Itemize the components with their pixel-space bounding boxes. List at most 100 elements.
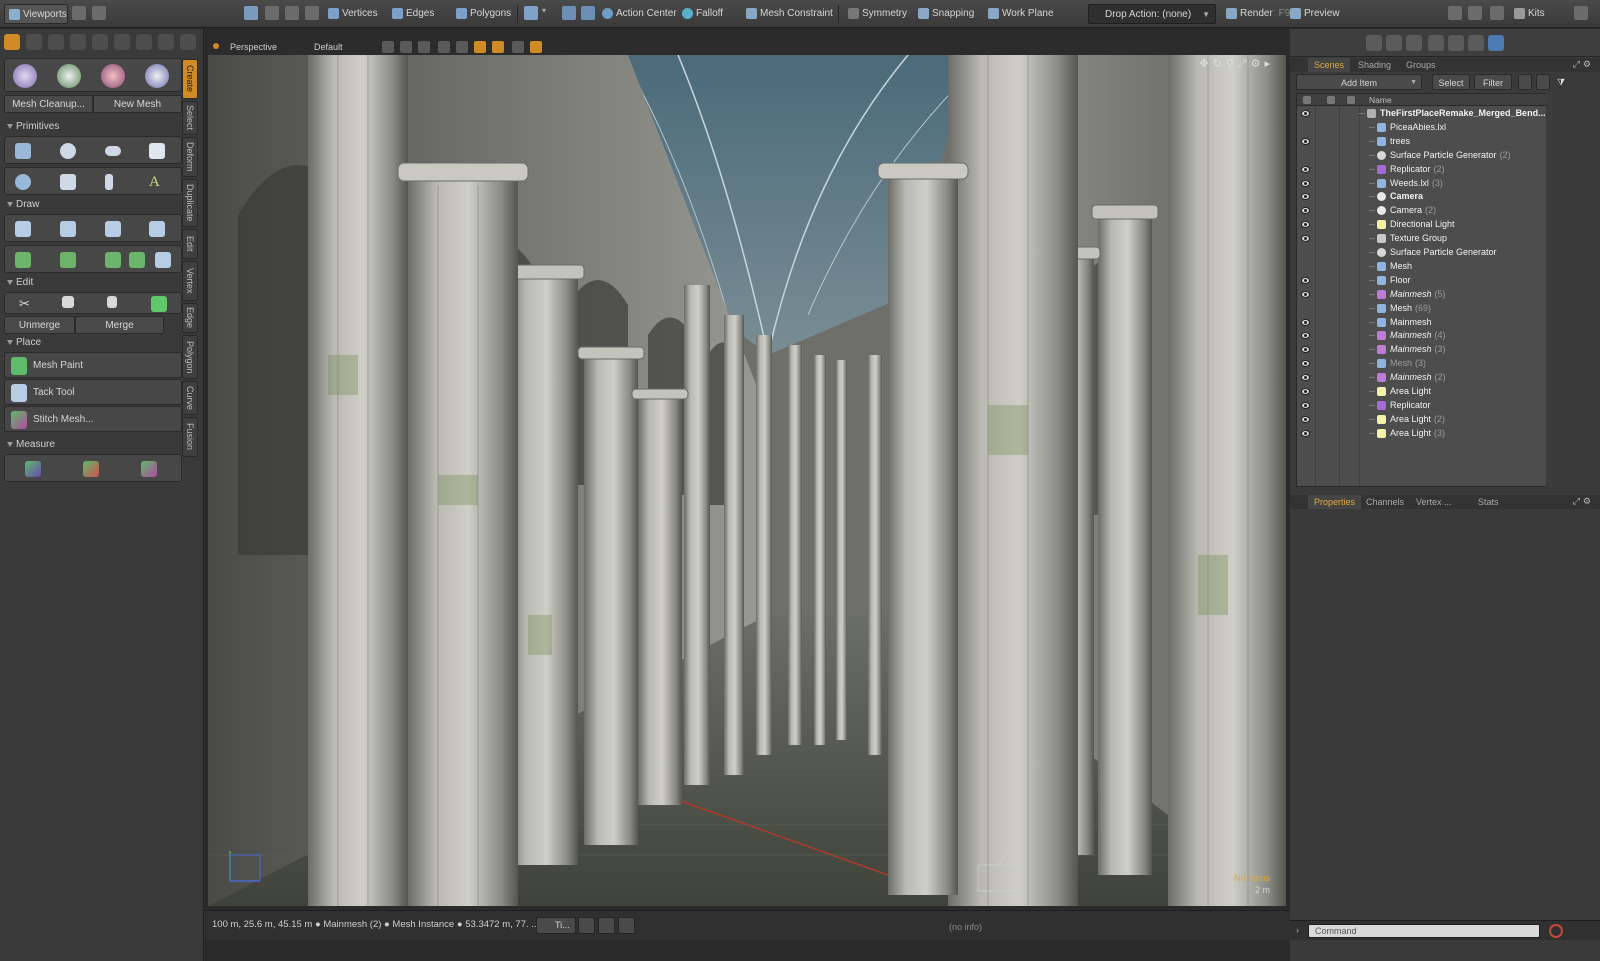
projection-select[interactable]: Perspective bbox=[224, 40, 283, 54]
panel-icon[interactable] bbox=[1468, 6, 1482, 20]
visibility-toggle-icon[interactable] bbox=[1536, 74, 1550, 90]
select-tool-icon[interactable] bbox=[4, 34, 20, 50]
mesh-constraint-button[interactable]: Mesh Constraint bbox=[742, 4, 839, 24]
search-icon[interactable] bbox=[1490, 6, 1504, 20]
scene-item-row[interactable]: Mainmesh (3) bbox=[1297, 343, 1551, 357]
work-plane-button[interactable]: Work Plane bbox=[984, 4, 1060, 24]
eye-icon[interactable] bbox=[1301, 290, 1310, 298]
viewport-nav-icons[interactable]: ✥↻⚲⤢⚙▸ bbox=[1199, 57, 1274, 71]
scene-item-row[interactable]: Mainmesh (4) bbox=[1297, 329, 1551, 343]
flex-icon[interactable] bbox=[145, 64, 169, 88]
eye-icon[interactable] bbox=[1301, 193, 1310, 201]
scene-item-row[interactable]: Camera bbox=[1297, 190, 1551, 204]
eye-icon[interactable] bbox=[1301, 374, 1310, 382]
unmerge-button[interactable]: Unmerge bbox=[4, 316, 75, 334]
tab-groups[interactable]: Groups bbox=[1400, 58, 1442, 72]
shade-icon[interactable] bbox=[418, 41, 430, 53]
select-through-icon[interactable] bbox=[265, 6, 279, 20]
scene-item-row[interactable]: Weeds.lxl (3) bbox=[1297, 177, 1551, 191]
more-icon[interactable] bbox=[1574, 6, 1588, 20]
command-input[interactable]: Command bbox=[1308, 924, 1540, 938]
layout-switch-icon[interactable] bbox=[1448, 6, 1462, 20]
select-mode-icon[interactable] bbox=[244, 6, 258, 20]
section-place[interactable]: Place bbox=[4, 336, 182, 350]
bezier-icon[interactable] bbox=[15, 252, 31, 268]
axis-icon[interactable] bbox=[57, 64, 81, 88]
tab-shading[interactable]: Shading bbox=[1352, 58, 1397, 72]
tab-channels[interactable]: Channels bbox=[1360, 495, 1410, 509]
tab-select[interactable]: Select bbox=[182, 101, 198, 135]
eye-icon[interactable] bbox=[1301, 401, 1310, 409]
lights-icon[interactable] bbox=[456, 41, 468, 53]
soft-drag-icon[interactable] bbox=[101, 64, 125, 88]
preview-button[interactable]: Preview bbox=[1286, 4, 1346, 24]
eye-icon[interactable] bbox=[1301, 318, 1310, 326]
eye-icon[interactable] bbox=[1301, 276, 1310, 284]
edges-button[interactable]: Edges bbox=[388, 4, 440, 24]
scene-item-row[interactable]: Area Light bbox=[1297, 385, 1551, 399]
layout-icon[interactable] bbox=[72, 6, 86, 20]
texture-icon[interactable] bbox=[438, 41, 450, 53]
tab-fusion[interactable]: Fusion bbox=[182, 417, 198, 457]
cut-icon[interactable]: ✂ bbox=[19, 296, 35, 312]
render-column-icon[interactable] bbox=[1347, 96, 1355, 104]
torus-icon[interactable] bbox=[15, 174, 31, 190]
layers-icon[interactable] bbox=[1428, 35, 1444, 51]
eye-icon[interactable] bbox=[1301, 332, 1310, 340]
window-icon[interactable] bbox=[578, 917, 595, 934]
scene-item-row[interactable]: TheFirstPlaceRemake_Merged_Bend... bbox=[1297, 107, 1551, 121]
person-icon[interactable] bbox=[136, 34, 152, 50]
viewports-button[interactable]: Viewports bbox=[4, 4, 68, 24]
cube-icon[interactable] bbox=[15, 143, 31, 159]
tab-polygon[interactable]: Polygon bbox=[182, 335, 198, 379]
scene-list-scrollbar[interactable] bbox=[1546, 93, 1552, 487]
spline-icon[interactable] bbox=[60, 252, 76, 268]
cubes-icon[interactable] bbox=[1448, 35, 1464, 51]
select-button[interactable]: Select bbox=[1432, 74, 1470, 90]
tab-properties[interactable]: Properties bbox=[1308, 495, 1362, 509]
pen-primitive-icon[interactable] bbox=[105, 174, 113, 190]
lock-column-icon[interactable] bbox=[1327, 96, 1335, 104]
eye-icon[interactable] bbox=[1301, 415, 1310, 423]
scene-item-row[interactable]: trees bbox=[1297, 135, 1551, 149]
camera-view-icon[interactable] bbox=[474, 41, 486, 53]
visibility-column-icon[interactable] bbox=[1303, 96, 1311, 104]
scene-item-row[interactable]: Area Light (3) bbox=[1297, 427, 1551, 441]
add-item-button[interactable]: Add Item ▼ bbox=[1296, 74, 1422, 90]
zoom-icon[interactable] bbox=[158, 34, 174, 50]
scene-item-row[interactable]: Mesh (3) bbox=[1297, 357, 1551, 371]
eye-icon[interactable] bbox=[1301, 388, 1310, 395]
tab-edge[interactable]: Edge bbox=[182, 303, 198, 333]
eye-icon[interactable] bbox=[1301, 429, 1310, 437]
topology-pen-icon[interactable] bbox=[149, 221, 165, 237]
pen-tool-icon[interactable] bbox=[105, 221, 121, 237]
symmetry-tool-icon[interactable] bbox=[562, 6, 576, 20]
element-move-icon[interactable] bbox=[13, 64, 37, 88]
copy-icon[interactable] bbox=[62, 296, 74, 308]
scene-item-row[interactable]: Surface Particle Generator (2) bbox=[1297, 149, 1551, 163]
render-view-icon[interactable] bbox=[492, 41, 504, 53]
scene-item-row[interactable]: Mainmesh (5) bbox=[1297, 288, 1551, 302]
new-mesh-button[interactable]: New Mesh bbox=[93, 95, 182, 113]
transform-icon[interactable] bbox=[48, 34, 64, 50]
delete-icon[interactable] bbox=[151, 296, 167, 312]
plane-draw-icon[interactable] bbox=[60, 221, 76, 237]
capsule-icon[interactable] bbox=[105, 146, 121, 156]
scene-item-row[interactable]: Replicator bbox=[1297, 399, 1551, 413]
mesh-paint-button[interactable]: Mesh Paint bbox=[4, 352, 182, 378]
eye-icon[interactable] bbox=[1301, 110, 1310, 117]
mesh-cleanup-button[interactable]: Mesh Cleanup... bbox=[4, 95, 93, 113]
measure-distance-icon[interactable] bbox=[25, 461, 41, 477]
scene-item-row[interactable]: Floor bbox=[1297, 274, 1551, 288]
stitch-mesh-button[interactable]: Stitch Mesh... bbox=[4, 406, 182, 432]
spiral-icon[interactable] bbox=[129, 252, 145, 268]
scene-item-row[interactable]: Area Light (2) bbox=[1297, 413, 1551, 427]
section-measure[interactable]: Measure bbox=[4, 438, 182, 452]
3d-viewport[interactable]: ✥↻⚲⤢⚙▸ No Items 2 m bbox=[208, 55, 1286, 906]
scene-item-row[interactable]: Mainmesh bbox=[1297, 316, 1551, 330]
tab-edit[interactable]: Edit bbox=[182, 229, 198, 259]
panel-options-icons[interactable]: ⤢⚙ bbox=[1573, 496, 1594, 507]
eye-icon[interactable] bbox=[1301, 221, 1310, 229]
scene-item-row[interactable]: Texture Group bbox=[1297, 232, 1551, 246]
scene-item-row[interactable]: Mesh bbox=[1297, 260, 1551, 274]
